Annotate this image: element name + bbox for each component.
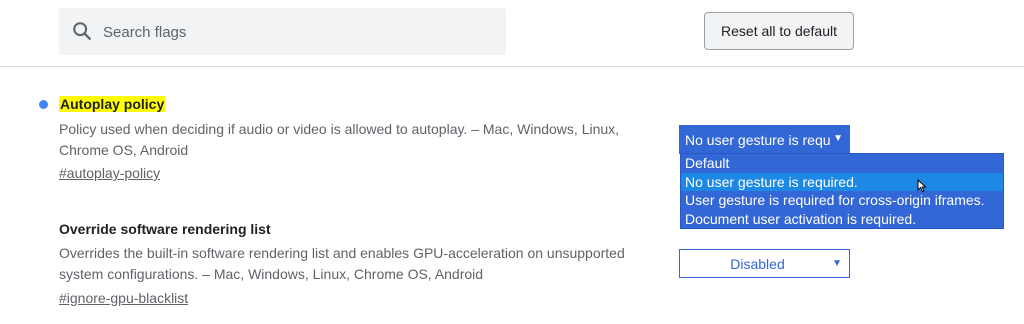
search-input[interactable] [101,18,495,46]
autoplay-policy-select[interactable]: No user gesture is required. ▼ [679,125,850,154]
chevron-down-icon: ▼ [833,133,843,144]
flag-title: Override software rendering list [59,221,271,237]
select-value: Disabled [730,256,785,272]
dropdown-option-selected[interactable]: No user gesture is required. [681,173,1003,191]
dropdown-option[interactable]: Default [681,154,1003,172]
flag-description: Overrides the built-in software renderin… [59,245,625,282]
modified-indicator-dot [39,100,48,109]
search-icon [73,22,91,40]
flag-title: Autoplay policy [59,96,166,112]
mouse-cursor-icon [917,179,927,193]
flag-description: Policy used when deciding if audio or vi… [59,121,620,158]
select-value: No user gesture is required. [685,132,831,148]
reset-all-button[interactable]: Reset all to default [704,12,854,50]
search-box[interactable] [59,8,506,55]
chevron-down-icon: ▼ [832,258,842,269]
flag-anchor-link[interactable]: #ignore-gpu-blacklist [59,290,188,306]
select-dropdown-list: Default No user gesture is required. Use… [680,153,1004,229]
dropdown-option[interactable]: Document user activation is required. [681,210,1003,228]
gpu-blacklist-select[interactable]: Disabled ▼ [679,249,850,278]
flag-anchor-link[interactable]: #autoplay-policy [59,165,160,181]
dropdown-option[interactable]: User gesture is required for cross-origi… [681,191,1003,209]
flags-header: Reset all to default [0,0,1024,67]
